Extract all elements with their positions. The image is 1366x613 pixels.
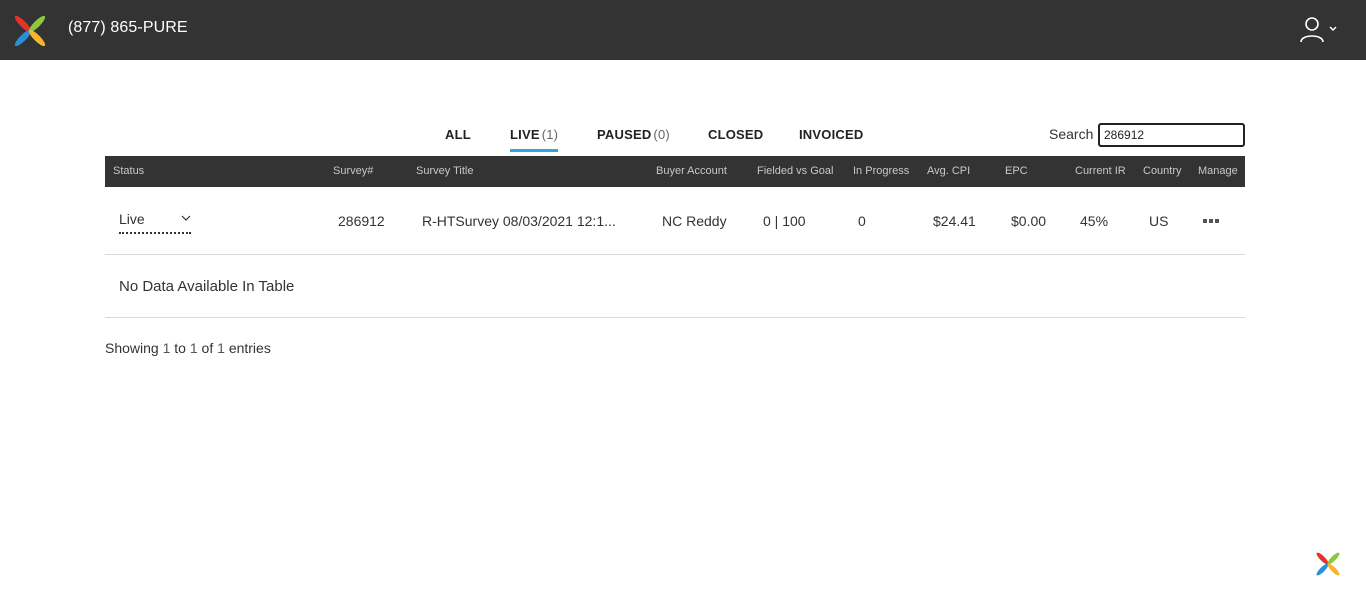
pinwheel-logo-icon[interactable] — [1315, 551, 1341, 577]
in-progress: 0 — [858, 213, 866, 229]
more-dots-icon[interactable] — [1203, 219, 1219, 225]
current-ir: 45% — [1080, 213, 1109, 229]
column-header-avg-cpi[interactable]: Avg. CPI — [927, 165, 970, 177]
pinwheel-logo-icon[interactable] — [13, 14, 47, 48]
tab-label: ALL — [445, 127, 471, 142]
chevron-down-icon — [181, 215, 191, 221]
entries-to-word: to — [174, 340, 186, 356]
column-header-in-progress[interactable]: In Progress — [853, 165, 909, 177]
status-dropdown[interactable]: Live — [119, 210, 191, 234]
tab-all[interactable]: ALL — [445, 127, 471, 152]
user-menu-button[interactable] — [1298, 16, 1338, 44]
chevron-down-icon — [1329, 26, 1337, 32]
tab-label: PAUSED — [597, 127, 652, 142]
tab-count: (1) — [541, 127, 559, 142]
column-header-current-ir[interactable]: Current IR — [1075, 165, 1126, 177]
table-header: Status Survey# Survey Title Buyer Accoun… — [105, 156, 1245, 187]
search-input[interactable] — [1098, 123, 1245, 147]
tab-count: (0) — [653, 127, 670, 142]
fielded-vs-goal: 0 | 100 — [763, 213, 806, 229]
search-label: Search — [1049, 126, 1094, 142]
entries-info: Showing 1 to 1 of 1 entries — [105, 340, 271, 356]
entries-from: 1 — [162, 340, 171, 356]
column-header-buyer-account[interactable]: Buyer Account — [656, 165, 727, 177]
tab-label: INVOICED — [799, 127, 864, 142]
entries-to: 1 — [189, 340, 198, 356]
tab-live[interactable]: LIVE (1) — [510, 127, 559, 152]
column-header-survey-number[interactable]: Survey# — [333, 165, 373, 177]
table-row: Live 286912 R-HTSurvey 08/03/2021 12:1..… — [105, 187, 1245, 255]
survey-title[interactable]: R-HTSurvey 08/03/2021 12:1... — [422, 213, 616, 229]
top-header-bar: (877) 865-PURE — [0, 0, 1366, 60]
column-header-country[interactable]: Country — [1143, 165, 1182, 177]
tab-invoiced[interactable]: INVOICED — [799, 127, 863, 152]
epc: $0.00 — [1011, 213, 1047, 229]
column-header-manage: Manage — [1198, 165, 1238, 177]
avg-cpi: $24.41 — [933, 213, 976, 229]
entries-prefix: Showing — [105, 340, 159, 356]
survey-number[interactable]: 286912 — [338, 213, 385, 229]
tab-closed[interactable]: CLOSED — [708, 127, 763, 152]
user-icon — [1300, 17, 1324, 43]
column-header-fielded-vs-goal[interactable]: Fielded vs Goal — [757, 165, 833, 177]
column-header-status[interactable]: Status — [113, 165, 144, 177]
status-value: Live — [119, 211, 145, 227]
tab-label: CLOSED — [708, 127, 764, 142]
column-header-survey-title[interactable]: Survey Title — [416, 165, 473, 177]
empty-table-message: No Data Available In Table — [119, 278, 295, 295]
entries-total: 1 — [217, 340, 225, 356]
support-phone: (877) 865-PURE — [68, 19, 188, 36]
tab-paused[interactable]: PAUSED (0) — [597, 127, 670, 152]
entries-suffix: entries — [228, 340, 271, 356]
column-header-epc[interactable]: EPC — [1005, 165, 1028, 177]
country: US — [1149, 213, 1169, 229]
entries-of-word: of — [201, 340, 214, 356]
buyer-account: NC Reddy — [662, 213, 727, 229]
empty-table-row: No Data Available In Table — [105, 255, 1245, 318]
tab-label: LIVE — [510, 127, 540, 142]
